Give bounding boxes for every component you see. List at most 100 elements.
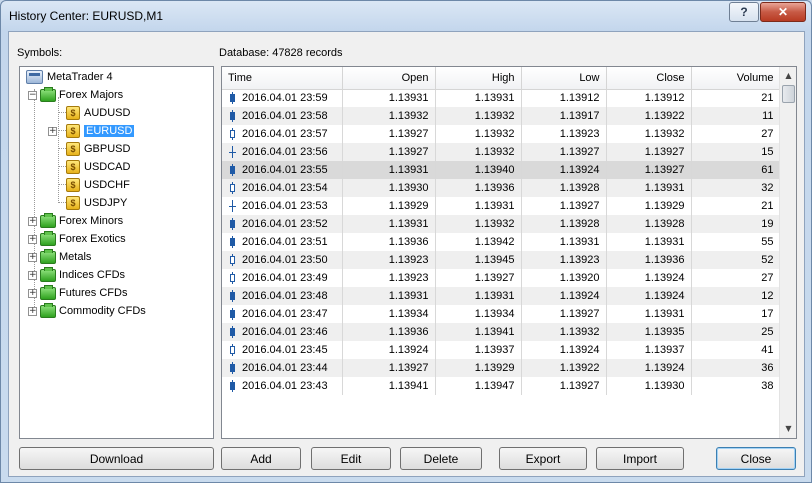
tree-root-metatrader[interactable]: MetaTrader 4: [26, 68, 113, 86]
tree-line: [58, 184, 66, 185]
tree-symbol-usdjpy[interactable]: $ USDJPY: [66, 194, 127, 212]
folder-icon: [40, 284, 56, 300]
history-table[interactable]: Time Open High Low Close Volume 2016.04.…: [221, 66, 797, 439]
cell-open: 1.13936: [342, 323, 436, 341]
table-row[interactable]: 2016.04.01 23:48 1.13931 1.13931 1.13924 1.1…: [222, 287, 781, 305]
export-button[interactable]: Export: [499, 447, 587, 470]
expand-icon[interactable]: +: [28, 270, 37, 280]
table-row[interactable]: 2016.04.01 23:58 1.13932 1.13932 1.13917 1.1…: [222, 107, 781, 125]
tree-group-forex-majors[interactable]: − Forex Majors: [28, 86, 123, 104]
scroll-up-icon[interactable]: ▲: [781, 68, 796, 84]
column-header-high[interactable]: High: [435, 67, 522, 90]
tree-symbol-usdcad[interactable]: $ USDCAD: [66, 158, 130, 176]
tree-symbol-label: GBPUSD: [84, 143, 131, 155]
cell-time: 2016.04.01 23:48: [222, 287, 343, 305]
table-row[interactable]: 2016.04.01 23:56 1.13927 1.13932 1.13927 1.1…: [222, 143, 781, 161]
cell-volume: 41: [691, 341, 781, 359]
table-row[interactable]: 2016.04.01 23:51 1.13936 1.13942 1.13931 1.1…: [222, 233, 781, 251]
cell-volume: 25: [691, 323, 781, 341]
expand-icon[interactable]: +: [28, 234, 37, 244]
dollar-icon: $: [66, 196, 80, 210]
cell-volume: 19: [691, 215, 781, 233]
dollar-icon: $: [66, 106, 80, 120]
cell-time-text: 2016.04.01 23:44: [242, 361, 328, 374]
cell-time-text: 2016.04.01 23:59: [242, 92, 328, 105]
table-row[interactable]: 2016.04.01 23:50 1.13923 1.13945 1.13923 1.1…: [222, 251, 781, 269]
table-row[interactable]: 2016.04.01 23:52 1.13931 1.13932 1.13928 1.1…: [222, 215, 781, 233]
table-row[interactable]: 2016.04.01 23:46 1.13936 1.13941 1.13932 1.1…: [222, 323, 781, 341]
cell-time-text: 2016.04.01 23:49: [242, 271, 328, 284]
cell-volume: 12: [691, 287, 781, 305]
import-button[interactable]: Import: [596, 447, 684, 470]
cell-high: 1.13942: [435, 233, 522, 251]
download-button[interactable]: Download: [19, 447, 214, 470]
tree-group-forex-exotics[interactable]: + Forex Exotics: [28, 230, 126, 248]
collapse-icon[interactable]: −: [28, 90, 37, 100]
candle-icon: [228, 110, 238, 123]
candle-icon: [228, 164, 238, 177]
symbols-tree[interactable]: MetaTrader 4 − Forex Majors $ AUDUSD + $…: [19, 66, 214, 439]
expand-icon[interactable]: +: [28, 288, 37, 298]
table-row[interactable]: 2016.04.01 23:57 1.13927 1.13932 1.13923 1.1…: [222, 125, 781, 143]
expand-icon[interactable]: +: [28, 306, 37, 316]
title-bar[interactable]: History Center: EURUSD,M1 ? ✕: [1, 1, 811, 31]
tree-symbol-gbpusd[interactable]: $ GBPUSD: [66, 140, 130, 158]
folder-icon: [40, 266, 56, 282]
table-row[interactable]: 2016.04.01 23:59 1.13931 1.13931 1.13912 1.1…: [222, 89, 781, 107]
tree-group-metals[interactable]: + Metals: [28, 248, 91, 266]
candle-icon: [228, 200, 238, 213]
edit-button[interactable]: Edit: [311, 447, 391, 470]
cell-low: 1.13928: [521, 215, 607, 233]
table-row[interactable]: 2016.04.01 23:53 1.13929 1.13931 1.13927 1.1…: [222, 197, 781, 215]
tree-symbol-eurusd[interactable]: + $ EURUSD: [48, 122, 135, 140]
cell-volume: 17: [691, 305, 781, 323]
table-row[interactable]: 2016.04.01 23:45 1.13924 1.13937 1.13924 1.1…: [222, 341, 781, 359]
cell-close: 1.13922: [606, 107, 692, 125]
cell-close: 1.13924: [606, 359, 692, 377]
cell-low: 1.13927: [521, 143, 607, 161]
scrollbar-thumb[interactable]: [782, 85, 795, 103]
table-row[interactable]: 2016.04.01 23:54 1.13930 1.13936 1.13928 1.1…: [222, 179, 781, 197]
table-row[interactable]: 2016.04.01 23:55 1.13931 1.13940 1.13924 1.1…: [222, 161, 781, 179]
tree-group-label: Forex Majors: [59, 89, 124, 101]
table-row[interactable]: 2016.04.01 23:43 1.13941 1.13947 1.13927 1.1…: [222, 377, 781, 395]
cell-open: 1.13923: [342, 269, 436, 287]
cell-volume: 38: [691, 377, 781, 395]
expand-icon[interactable]: +: [28, 216, 37, 226]
column-header-close[interactable]: Close: [606, 67, 692, 90]
window-close-button[interactable]: ✕: [760, 2, 806, 22]
cell-open: 1.13929: [342, 197, 436, 215]
vertical-scrollbar[interactable]: ▲ ▼: [779, 67, 796, 438]
dollar-icon: $: [66, 160, 80, 174]
scroll-down-icon[interactable]: ▼: [781, 421, 796, 437]
cell-low: 1.13932: [521, 323, 607, 341]
table-row[interactable]: 2016.04.01 23:47 1.13934 1.13934 1.13927 1.1…: [222, 305, 781, 323]
table-header-row: Time Open High Low Close Volume: [222, 67, 781, 90]
table-row[interactable]: 2016.04.01 23:44 1.13927 1.13929 1.13922 1.1…: [222, 359, 781, 377]
help-button[interactable]: ?: [729, 2, 759, 22]
tree-symbol-audusd[interactable]: $ AUDUSD: [66, 104, 130, 122]
tree-group-forex-minors[interactable]: + Forex Minors: [28, 212, 123, 230]
tree-symbol-usdchf[interactable]: $ USDCHF: [66, 176, 130, 194]
cell-low: 1.13924: [521, 341, 607, 359]
cell-time: 2016.04.01 23:45: [222, 341, 343, 359]
cell-time: 2016.04.01 23:49: [222, 269, 343, 287]
tree-group-commodity-cfds[interactable]: + Commodity CFDs: [28, 302, 146, 320]
column-header-time[interactable]: Time: [222, 67, 343, 90]
tree-group-futures-cfds[interactable]: + Futures CFDs: [28, 284, 127, 302]
expand-icon[interactable]: +: [28, 252, 37, 262]
expand-icon[interactable]: +: [48, 126, 57, 136]
table-row[interactable]: 2016.04.01 23:49 1.13923 1.13927 1.13920 1.1…: [222, 269, 781, 287]
candle-icon: [228, 344, 238, 357]
cell-time-text: 2016.04.01 23:52: [242, 217, 328, 230]
cell-time-text: 2016.04.01 23:56: [242, 145, 328, 158]
cell-close: 1.13924: [606, 269, 692, 287]
cell-volume: 27: [691, 269, 781, 287]
delete-button[interactable]: Delete: [400, 447, 482, 470]
add-button[interactable]: Add: [221, 447, 301, 470]
column-header-open[interactable]: Open: [342, 67, 436, 90]
column-header-low[interactable]: Low: [521, 67, 607, 90]
close-button[interactable]: Close: [716, 447, 796, 470]
column-header-volume[interactable]: Volume: [691, 67, 781, 90]
tree-group-indices-cfds[interactable]: + Indices CFDs: [28, 266, 125, 284]
